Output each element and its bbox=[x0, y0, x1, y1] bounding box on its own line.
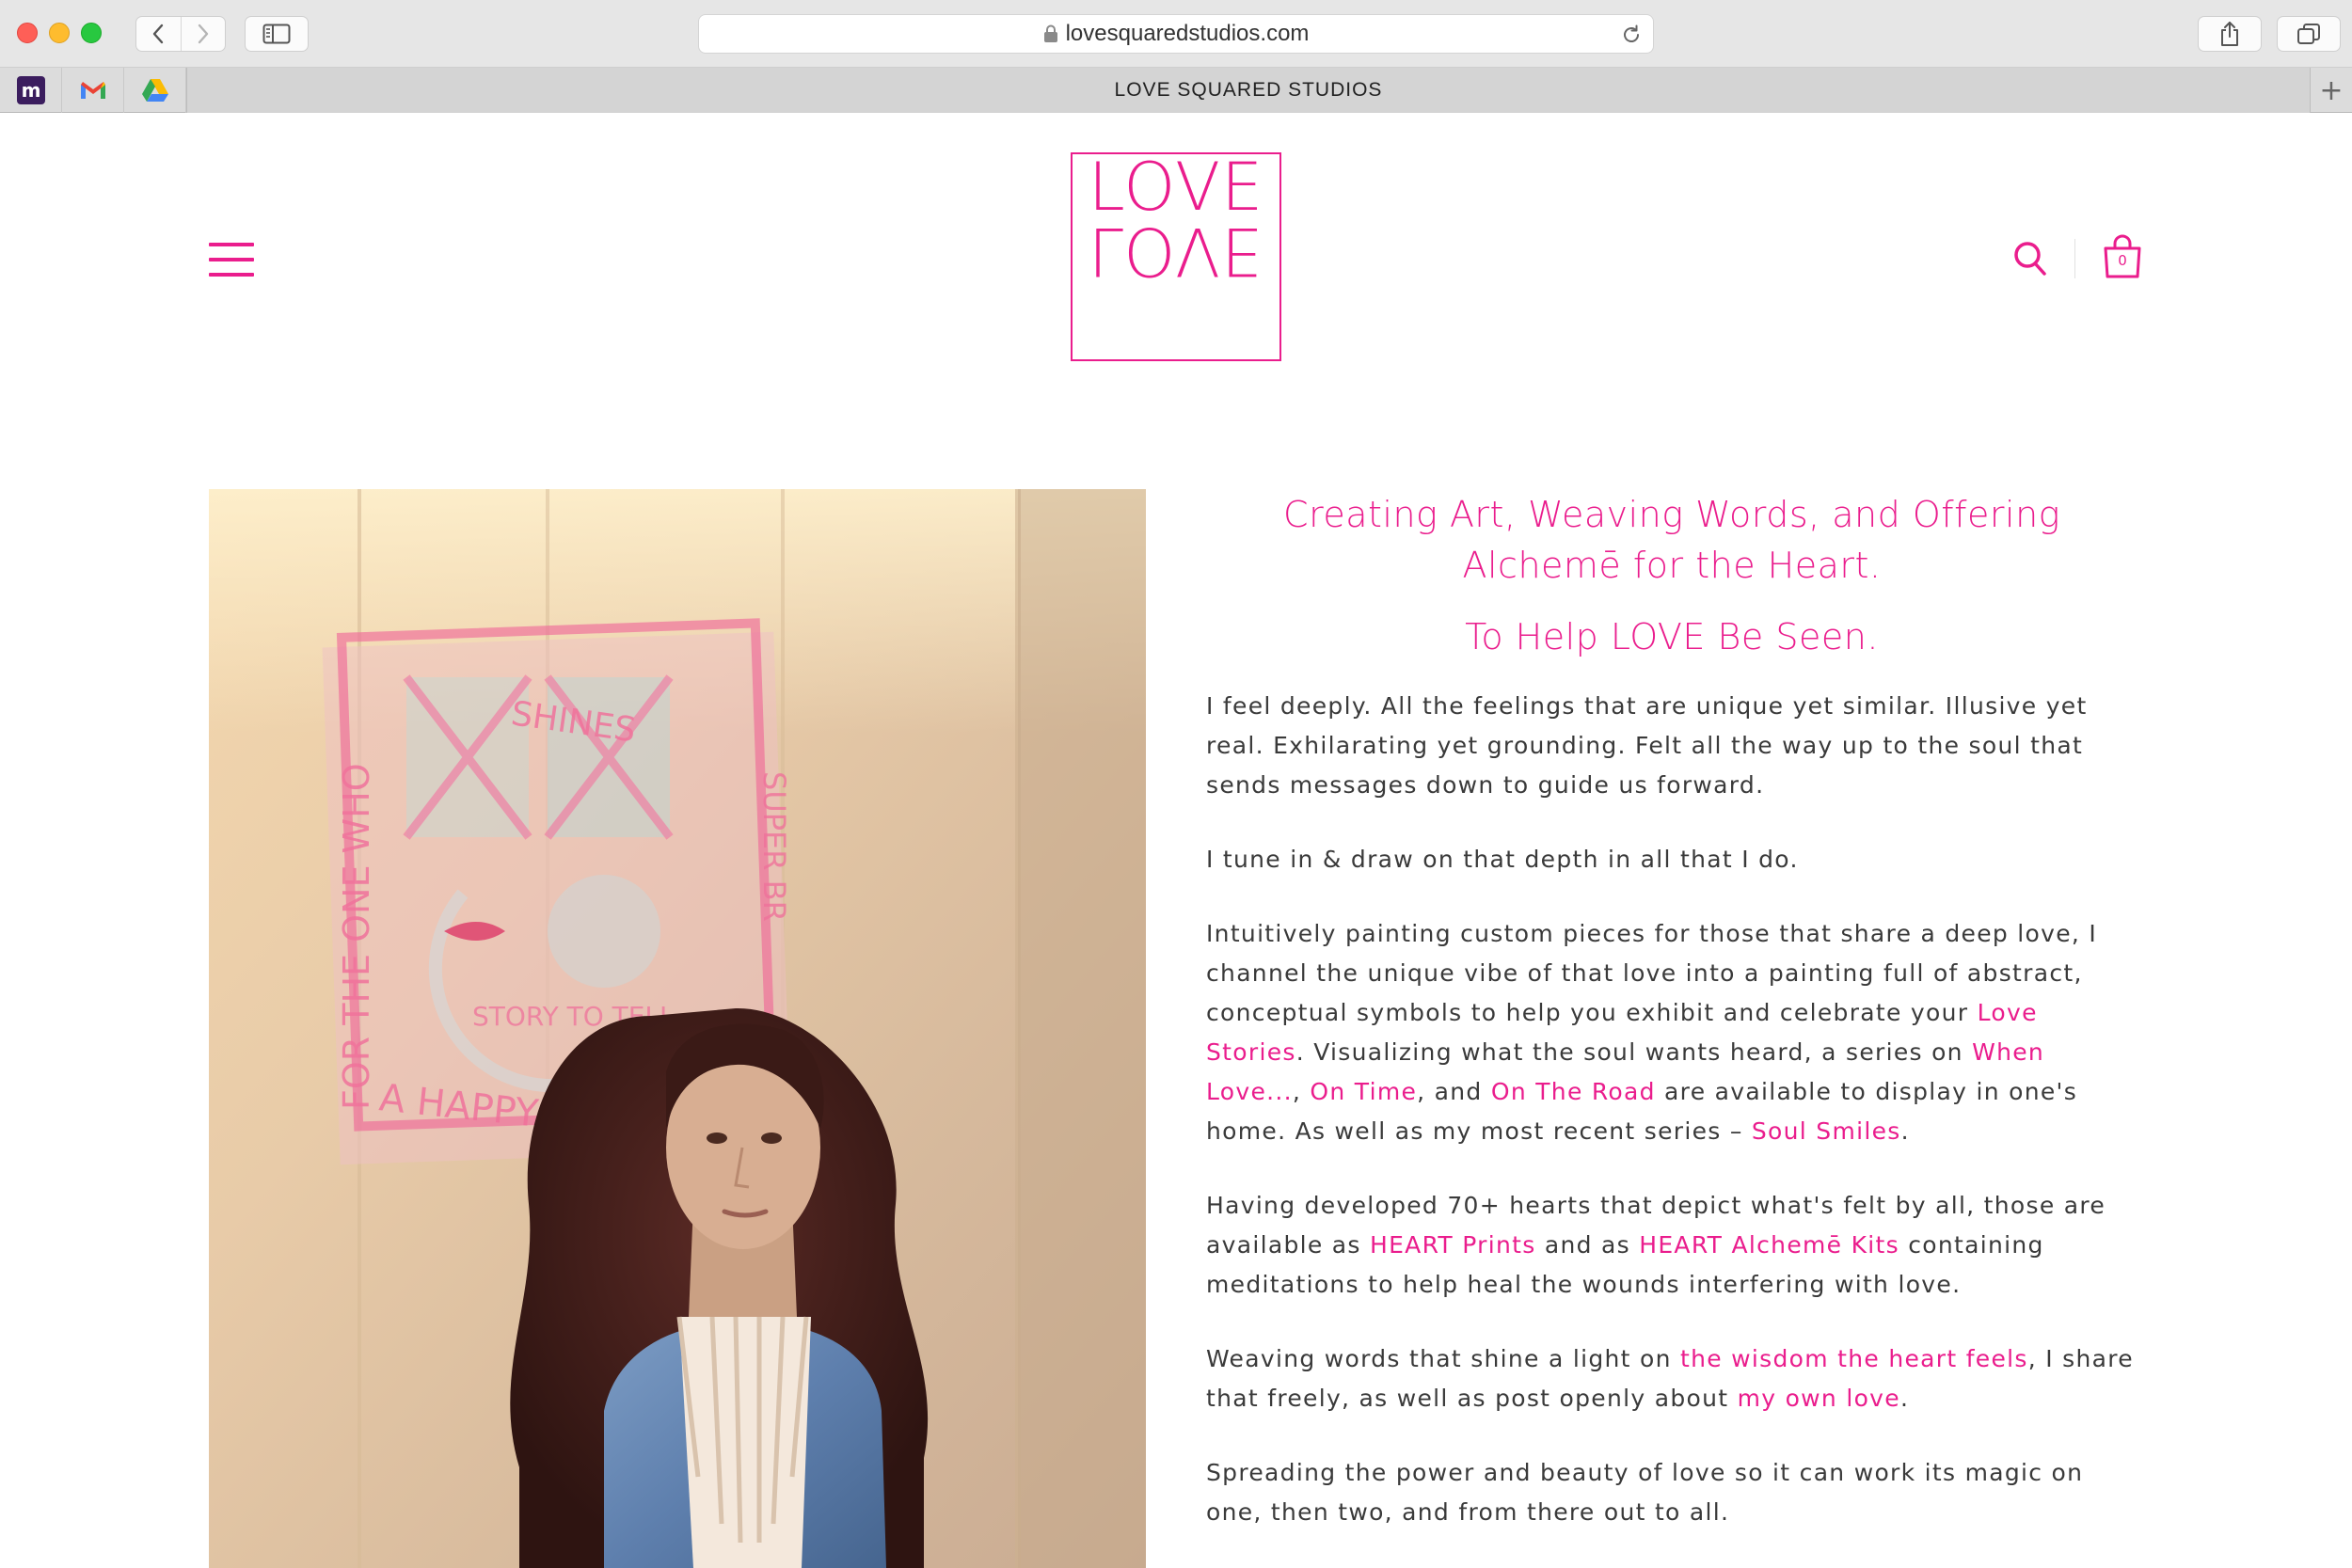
intro-paragraph-5: Weaving words that shine a light on the … bbox=[1206, 1339, 2137, 1418]
portrait-person bbox=[510, 1007, 929, 1568]
reload-icon bbox=[1624, 24, 1639, 42]
artwork-text-for-the-one-who: FOR THE ONE WHO bbox=[336, 763, 377, 1110]
favorite-gmail[interactable] bbox=[62, 68, 124, 113]
chevron-left-icon bbox=[153, 24, 164, 44]
menu-line-icon bbox=[209, 258, 254, 261]
search-icon bbox=[2014, 242, 2046, 276]
tab-title: LOVE SQUARED STUDIOS bbox=[1114, 79, 1383, 101]
url-text: lovesquaredstudios.com bbox=[1065, 21, 1310, 46]
navigation-buttons bbox=[135, 16, 226, 52]
header-divider bbox=[2074, 239, 2075, 278]
share-icon bbox=[2221, 22, 2238, 46]
menu-button[interactable] bbox=[209, 243, 254, 277]
back-button[interactable] bbox=[136, 17, 181, 51]
paragraph-text: , bbox=[1292, 1078, 1311, 1105]
paragraph-text: and as bbox=[1535, 1231, 1640, 1259]
share-button[interactable] bbox=[2198, 16, 2262, 52]
menu-line-icon bbox=[209, 273, 254, 277]
favorite-m[interactable]: m bbox=[0, 68, 62, 113]
search-button[interactable] bbox=[2011, 239, 2049, 278]
hero-photo: FOR THE ONE WHO SHINES SUPER BR STORY TO… bbox=[209, 489, 1146, 1568]
lock-icon bbox=[1043, 24, 1058, 43]
browser-titlebar: lovesquaredstudios.com bbox=[0, 0, 2352, 68]
minimize-window-button[interactable] bbox=[49, 23, 70, 43]
main-headline: Creating Art, Weaving Words, and Offerin… bbox=[1283, 494, 2060, 586]
favorites-and-tab-bar: m LOVE SQUARED STUDIOS + bbox=[0, 68, 2352, 113]
paragraph-text: Intuitively painting custom pieces for t… bbox=[1206, 920, 2098, 1026]
cart-count: 0 bbox=[2118, 252, 2127, 269]
paragraph-text: , and bbox=[1417, 1078, 1491, 1105]
active-tab[interactable]: LOVE SQUARED STUDIOS bbox=[186, 68, 2311, 113]
menu-line-icon bbox=[209, 243, 254, 246]
m-icon: m bbox=[16, 76, 45, 104]
sidebar-toggle-button[interactable] bbox=[245, 16, 309, 52]
zoom-window-button[interactable] bbox=[81, 23, 102, 43]
tabs-overview-icon bbox=[2297, 24, 2320, 44]
gmail-icon bbox=[80, 82, 105, 99]
my-own-love-link[interactable]: my own love bbox=[1738, 1385, 1900, 1412]
show-tabs-button[interactable] bbox=[2277, 16, 2341, 52]
heart-alcheme-kits-link[interactable]: HEART Alchemē Kits bbox=[1639, 1231, 1899, 1259]
intro-paragraph-6: Spreading the power and beauty of love s… bbox=[1206, 1459, 2084, 1526]
intro-paragraph-1: I feel deeply. All the feelings that are… bbox=[1206, 692, 2088, 799]
soul-smiles-link[interactable]: Soul Smiles bbox=[1752, 1117, 1901, 1145]
logo-word-love: LOVE bbox=[1088, 149, 1264, 226]
intro-paragraph-2: I tune in & draw on that depth in all th… bbox=[1206, 846, 1799, 873]
paragraph-text: . Visualizing what the soul wants heard,… bbox=[1295, 1038, 1973, 1066]
intro-paragraph-3: Intuitively painting custom pieces for t… bbox=[1206, 914, 2137, 1151]
sub-headline: To Help LOVE Be Seen. bbox=[1465, 616, 1879, 657]
svg-text:m: m bbox=[21, 79, 40, 102]
address-bar[interactable]: lovesquaredstudios.com bbox=[698, 14, 1654, 54]
reload-button[interactable] bbox=[1619, 23, 1644, 47]
paragraph-text: . bbox=[1899, 1385, 1910, 1412]
intro-content: Creating Art, Weaving Words, and Offerin… bbox=[1206, 489, 2137, 1532]
intro-paragraph-4: Having developed 70+ hearts that depict … bbox=[1206, 1186, 2137, 1305]
forward-button[interactable] bbox=[180, 17, 226, 51]
on-the-road-link[interactable]: On The Road bbox=[1491, 1078, 1656, 1105]
on-time-link[interactable]: On Time bbox=[1310, 1078, 1417, 1105]
paragraph-text: Weaving words that shine a light on bbox=[1206, 1345, 1680, 1372]
artwork-text-super-br: SUPER BR bbox=[756, 771, 792, 922]
new-tab-button[interactable]: + bbox=[2311, 68, 2352, 113]
heart-prints-link[interactable]: HEART Prints bbox=[1370, 1231, 1536, 1259]
site-logo[interactable]: LOVE LOVE bbox=[1071, 152, 1281, 361]
logo-word-love-mirrored: LOVE bbox=[1088, 213, 1264, 290]
close-window-button[interactable] bbox=[17, 23, 38, 43]
favorite-google-drive[interactable] bbox=[124, 68, 186, 113]
cart-button[interactable]: 0 bbox=[2102, 233, 2143, 280]
wisdom-heart-feels-link[interactable]: the wisdom the heart feels bbox=[1680, 1345, 2028, 1372]
sidebar-icon bbox=[262, 24, 291, 44]
paragraph-text: . bbox=[1900, 1117, 1910, 1145]
google-drive-icon bbox=[141, 79, 168, 102]
chevron-right-icon bbox=[198, 24, 208, 44]
